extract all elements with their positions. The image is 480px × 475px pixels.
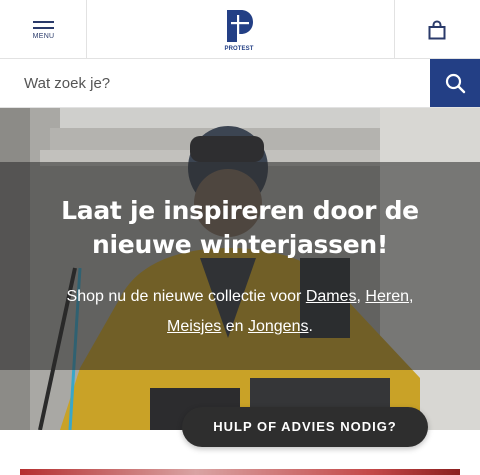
site-header: MENU PROTEST [0,0,480,59]
search-bar [0,59,480,108]
menu-label: MENU [32,33,55,40]
hero-title: Laat je inspireren door de nieuwe winter… [20,194,460,262]
link-dames[interactable]: Dames [306,288,357,305]
hero-banner[interactable]: Laat je inspireren door de nieuwe winter… [0,108,480,430]
logo-mark-icon [227,10,253,42]
link-heren[interactable]: Heren [365,288,409,305]
hero-sub-prefix: Shop nu de nieuwe collectie voor [66,288,302,305]
hero-title-line-2: nieuwe winterjassen! [92,230,388,259]
shopping-bag-icon [428,20,446,40]
help-advice-button[interactable]: HULP OF ADVIES NODIG? [182,407,428,447]
search-input[interactable] [0,59,430,107]
hero-sub-end: . [308,318,313,335]
search-button[interactable] [430,59,480,107]
hero-title-line-1: Laat je inspireren door de [61,196,419,225]
hero-subtitle: Shop nu de nieuwe collectie voor Dames, … [20,282,460,342]
next-banner-image [20,469,460,475]
hero-sub-and: en [225,318,244,335]
link-meisjes[interactable]: Meisjes [167,318,221,335]
cart-button[interactable] [394,0,480,59]
menu-button[interactable]: MENU [0,0,87,59]
hamburger-icon [33,21,54,30]
logo-text: PROTEST [224,46,254,52]
protest-logo[interactable]: PROTEST [223,8,255,52]
link-jongens[interactable]: Jongens [248,318,309,335]
hero-comma-1: , [356,288,361,305]
search-icon [445,73,466,94]
hero-comma-2: , [409,288,414,305]
